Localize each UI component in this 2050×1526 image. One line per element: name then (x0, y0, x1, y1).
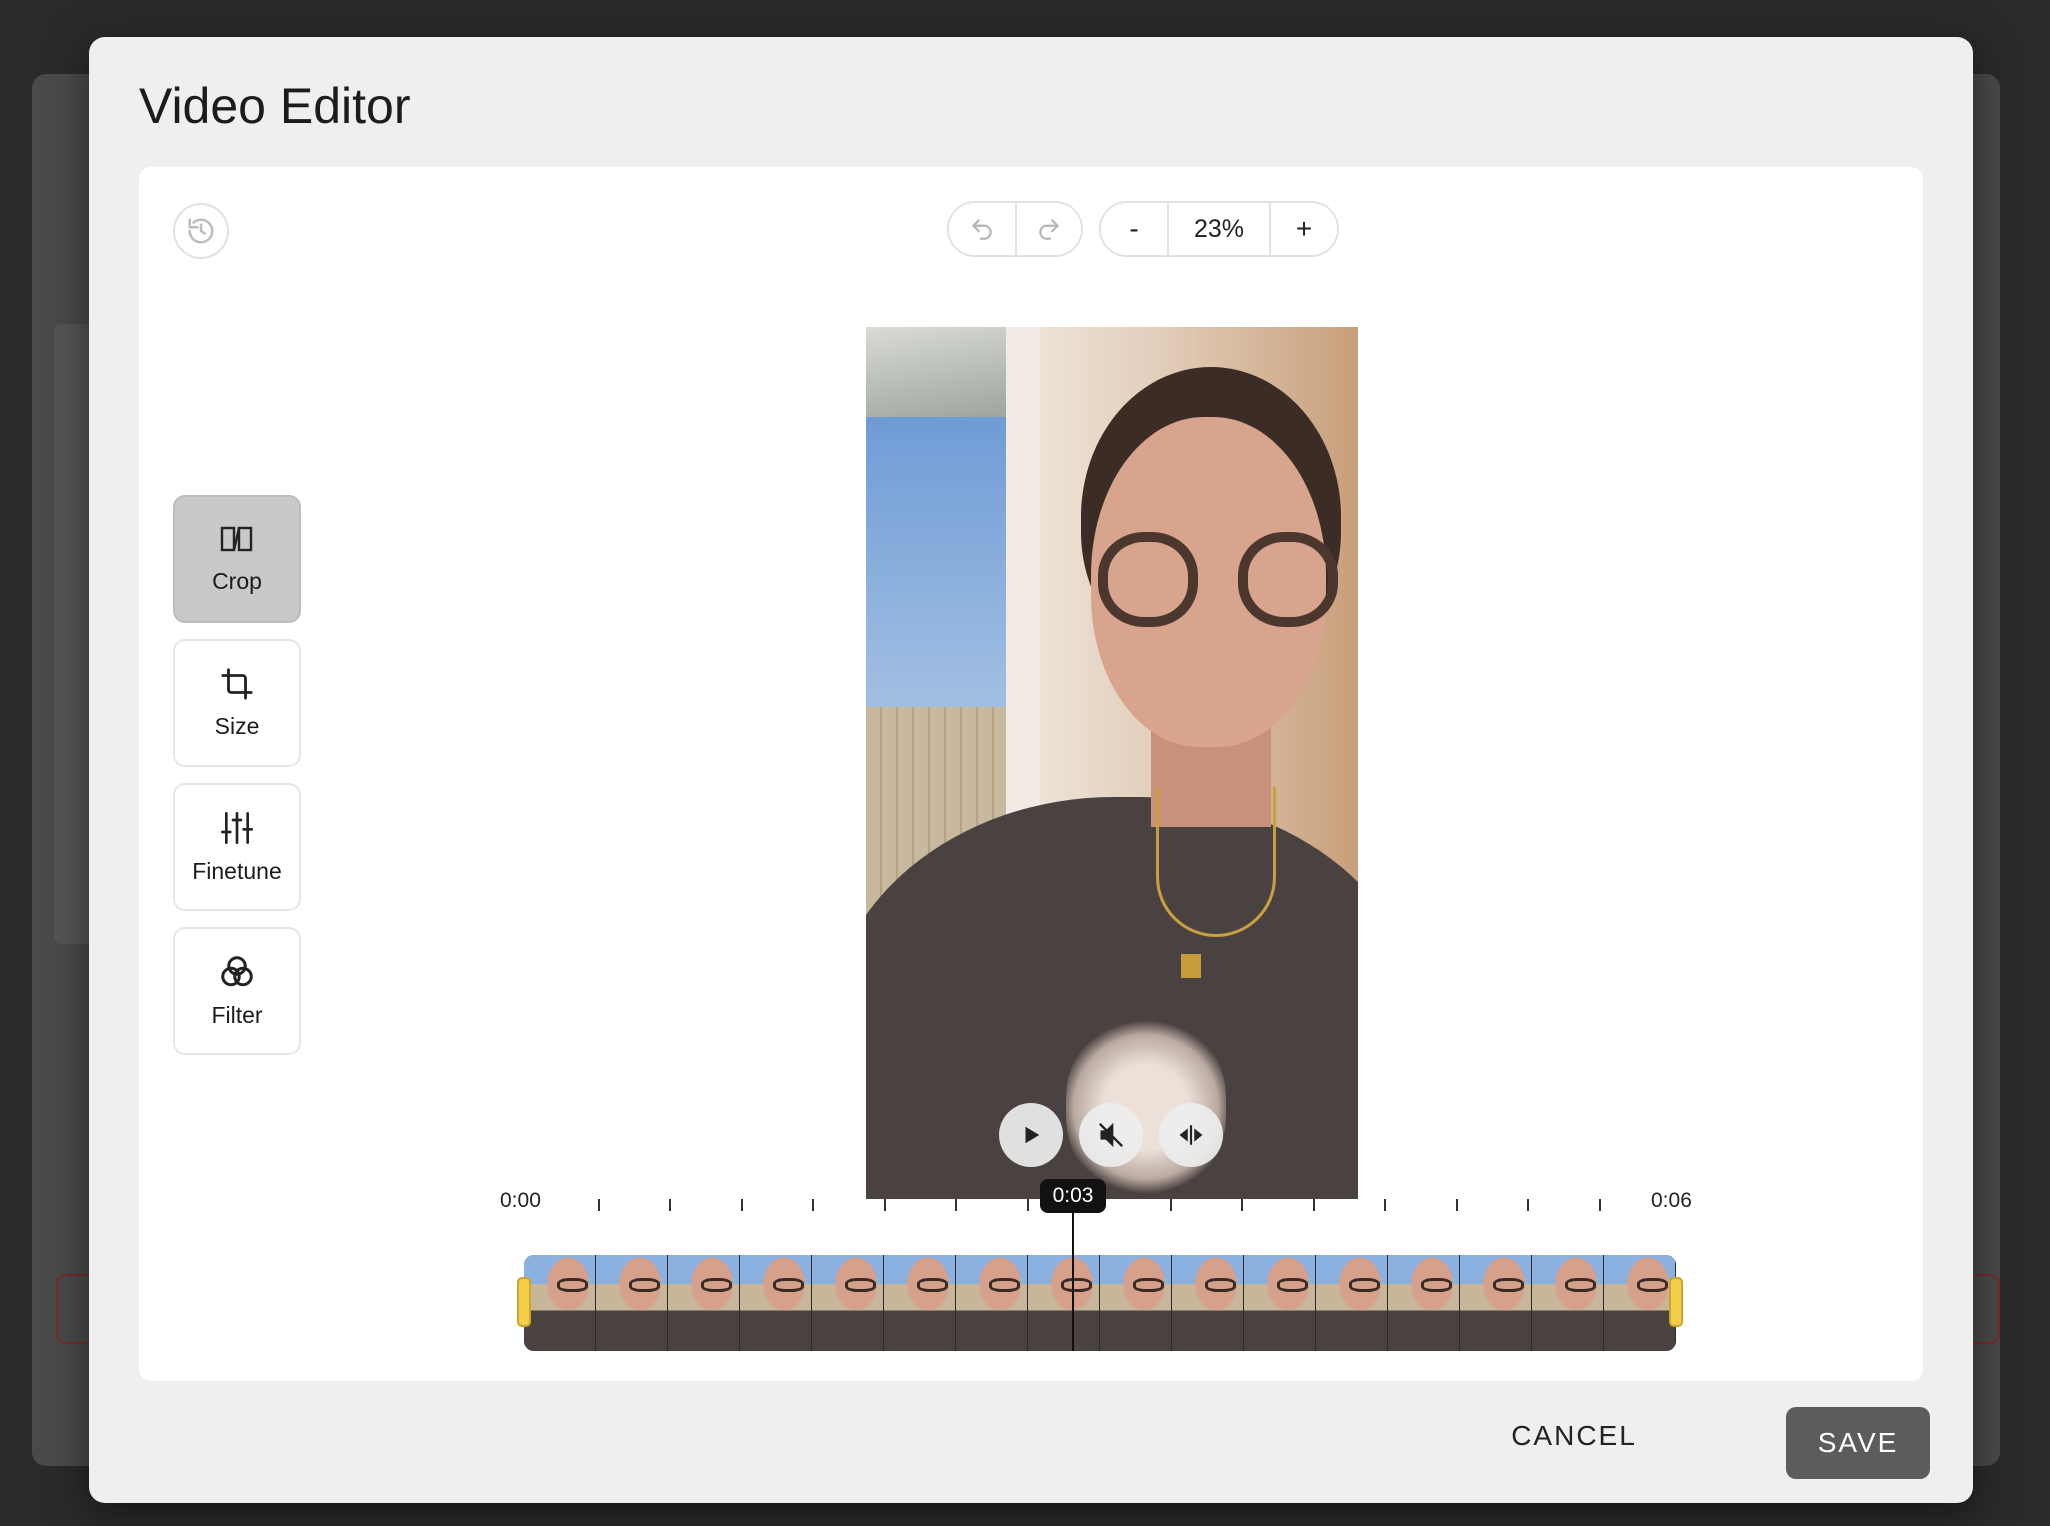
top-toolbar: - 23% + (947, 201, 1339, 257)
filmstrip-frame (1532, 1255, 1604, 1351)
tool-finetune-label: Finetune (192, 857, 282, 884)
timeline-tick (1241, 1199, 1243, 1211)
background-rail (54, 324, 94, 944)
save-button[interactable]: SAVE (1786, 1407, 1930, 1479)
sliders-icon (221, 811, 253, 844)
filmstrip-frame (740, 1255, 812, 1351)
filmstrip-frame (1100, 1255, 1172, 1351)
tool-filter[interactable]: Filter (173, 927, 301, 1055)
cancel-button[interactable]: CANCEL (1496, 1400, 1652, 1472)
timeline-tick (1027, 1199, 1029, 1211)
history-button[interactable] (173, 203, 229, 259)
muted-speaker-icon (1099, 1122, 1123, 1148)
zoom-in-button[interactable]: + (1271, 203, 1337, 255)
tool-size-label: Size (214, 712, 260, 739)
tool-crop[interactable]: Crop (173, 495, 301, 623)
tool-finetune[interactable]: Finetune (173, 783, 301, 911)
play-button[interactable] (999, 1103, 1063, 1167)
redo-button[interactable] (1015, 203, 1081, 255)
filmstrip-frame (1316, 1255, 1388, 1351)
filmstrip-frame (524, 1255, 596, 1351)
crop-frame-icon (220, 526, 253, 551)
video-preview[interactable] (866, 327, 1358, 1199)
redo-icon (1039, 219, 1059, 240)
filmstrip-frame (812, 1255, 884, 1351)
filmstrip-frame (1604, 1255, 1676, 1351)
zoom-group: - 23% + (1099, 201, 1339, 257)
timeline[interactable]: 0:00 0:06 0:03 (499, 1179, 1699, 1379)
timeline-tick (598, 1199, 600, 1211)
tool-filter-label: Filter (211, 1001, 263, 1028)
timeline-filmstrip[interactable] (524, 1255, 1676, 1351)
tool-crop-label: Crop (212, 567, 262, 594)
undo-redo-group (947, 201, 1083, 257)
timeline-tick (741, 1199, 743, 1211)
timeline-tick (812, 1199, 814, 1211)
timeline-start-label: 0:00 (500, 1189, 541, 1212)
video-editor-modal: Video Editor - 23% + Crop Size Finetune … (89, 37, 1973, 1503)
video-necklace (1156, 787, 1276, 937)
video-pendant (1181, 954, 1201, 978)
filter-circles-icon (221, 955, 253, 986)
modal-title: Video Editor (139, 78, 411, 134)
playhead-time[interactable]: 0:03 (1040, 1179, 1106, 1213)
editor-canvas: - 23% + Crop Size Finetune Filter 0:00 0… (139, 167, 1923, 1381)
undo-button[interactable] (949, 203, 1015, 255)
filmstrip-frame (1028, 1255, 1100, 1351)
filmstrip-frame (1172, 1255, 1244, 1351)
timeline-tick (1456, 1199, 1458, 1211)
timeline-tick (884, 1199, 886, 1211)
split-icon (1179, 1125, 1203, 1145)
timeline-tick (955, 1199, 957, 1211)
history-icon (188, 218, 214, 244)
undo-icon (972, 219, 992, 240)
trim-end-handle[interactable] (1669, 1277, 1683, 1327)
play-icon (1025, 1126, 1040, 1144)
timeline-end-label: 0:06 (1651, 1189, 1692, 1212)
filmstrip-frame (956, 1255, 1028, 1351)
crop-icon (221, 667, 253, 700)
mute-button[interactable] (1079, 1103, 1143, 1167)
filmstrip-frame (668, 1255, 740, 1351)
timeline-tick (1313, 1199, 1315, 1211)
video-glasses (1098, 532, 1338, 627)
tool-panel: Crop Size Finetune Filter (173, 495, 301, 1055)
timeline-tick (1384, 1199, 1386, 1211)
tool-size[interactable]: Size (173, 639, 301, 767)
trim-start-handle[interactable] (517, 1277, 531, 1327)
filmstrip-frame (1388, 1255, 1460, 1351)
split-button[interactable] (1159, 1103, 1223, 1167)
timeline-tick (669, 1199, 671, 1211)
zoom-value: 23% (1167, 203, 1271, 255)
filmstrip-frame (596, 1255, 668, 1351)
playhead-line[interactable] (1072, 1213, 1074, 1351)
zoom-out-button[interactable]: - (1101, 203, 1167, 255)
timeline-tick (1599, 1199, 1601, 1211)
timeline-tick (1170, 1199, 1172, 1211)
timeline-tick (1527, 1199, 1529, 1211)
filmstrip-frame (1460, 1255, 1532, 1351)
filmstrip-frame (884, 1255, 956, 1351)
filmstrip-frame (1244, 1255, 1316, 1351)
